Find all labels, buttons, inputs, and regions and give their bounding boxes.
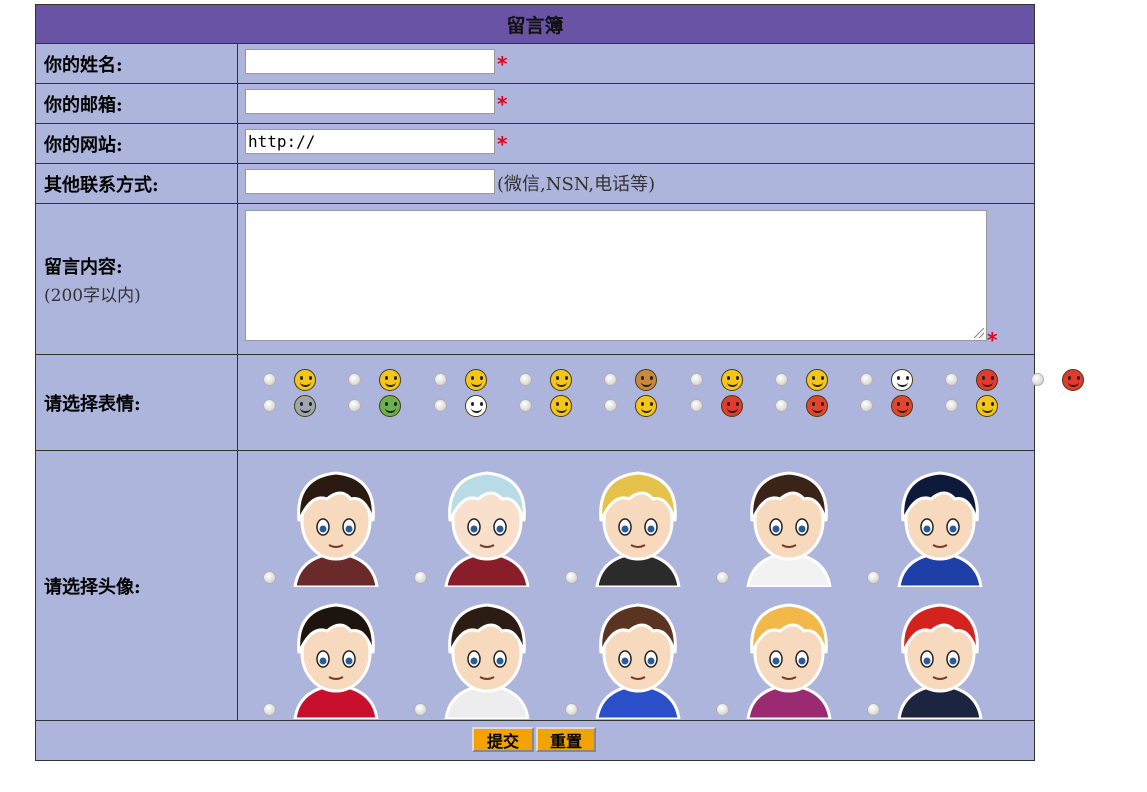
emoticon-radio[interactable] <box>348 373 362 386</box>
angel-icon[interactable] <box>805 369 828 391</box>
avatar-ponytail-girl-icon[interactable] <box>281 591 391 721</box>
goblin-icon[interactable] <box>976 369 999 391</box>
emoticon-row: 请选择表情: <box>36 355 1084 451</box>
form-title-text: 留言簿 <box>506 14 564 37</box>
content-hint: (200字以内) <box>44 285 141 306</box>
other-contact-hint: (微信,NSN,电话等) <box>497 174 656 195</box>
emoticon-radio[interactable] <box>689 399 703 412</box>
avatar-radio[interactable] <box>565 571 578 584</box>
zipper-mouth-icon[interactable] <box>976 395 999 417</box>
content-label-cell: 留言内容: (200字以内) <box>36 204 238 354</box>
ghost-icon[interactable] <box>464 395 487 417</box>
required-mark: * <box>987 328 998 352</box>
avatar-nun-girl-icon[interactable] <box>734 459 844 589</box>
guestbook-form: 留言簿 你的姓名: * 你的邮箱: * 你的网站: http:// * 其他联系… <box>35 4 1084 761</box>
smile-icon[interactable] <box>379 369 402 391</box>
name-label: 你的姓名: <box>36 44 238 83</box>
avatar-radio[interactable] <box>414 571 427 584</box>
required-mark: * <box>497 92 508 116</box>
other-contact-input[interactable] <box>245 169 495 194</box>
emoticon-radio[interactable] <box>263 399 276 412</box>
emoticon-radio[interactable] <box>348 399 362 412</box>
other-contact-row: 其他联系方式: (微信,NSN,电话等) <box>36 164 1034 204</box>
yum-icon[interactable] <box>549 395 572 417</box>
avatar-radio[interactable] <box>263 571 276 584</box>
avatar-radio[interactable] <box>867 571 880 584</box>
other-contact-label: 其他联系方式: <box>36 164 238 203</box>
avatar-picker <box>239 451 1034 721</box>
content-label: 留言内容: <box>44 256 123 278</box>
website-label: 你的网站: <box>36 124 238 163</box>
robot-icon[interactable] <box>294 395 316 417</box>
angry-icon[interactable] <box>805 395 828 417</box>
emoticon-radio[interactable] <box>433 373 447 386</box>
emoticon-radio[interactable] <box>860 373 874 386</box>
avatar-brown-hair-boy-icon[interactable] <box>583 591 693 721</box>
email-label: 你的邮箱: <box>36 84 238 123</box>
grin-icon[interactable] <box>294 369 316 391</box>
avatar-radio[interactable] <box>565 703 578 716</box>
emoticon-radio[interactable] <box>774 399 788 412</box>
email-input[interactable] <box>245 89 495 114</box>
emoticon-radio[interactable] <box>1030 373 1044 386</box>
website-row: 你的网站: http:// * <box>36 124 1034 164</box>
avatar-row: 请选择头像: <box>36 451 1034 721</box>
avatar-label: 请选择头像: <box>36 451 238 720</box>
emoticon-radio[interactable] <box>433 399 447 412</box>
emoticon-radio[interactable] <box>518 399 532 412</box>
avatar-headband-boy-icon[interactable] <box>281 459 391 589</box>
emoticon-radio[interactable] <box>774 373 788 386</box>
avatar-radio[interactable] <box>716 571 729 584</box>
avatar-radio[interactable] <box>414 703 427 716</box>
content-textarea[interactable] <box>245 210 987 341</box>
avatar-blonde-boy-icon[interactable] <box>583 459 693 589</box>
name-row: 你的姓名: * <box>36 44 1034 84</box>
emoticon-radio[interactable] <box>604 399 618 412</box>
nauseated-icon[interactable] <box>379 395 402 417</box>
emoticon-radio[interactable] <box>604 373 618 386</box>
emoticon-radio[interactable] <box>263 373 276 386</box>
emoticon-picker <box>239 355 1084 450</box>
required-mark: * <box>497 52 508 76</box>
cursing-icon[interactable] <box>720 395 743 417</box>
email-row: 你的邮箱: * <box>36 84 1034 124</box>
avatar-radio[interactable] <box>867 703 880 716</box>
sleepy-icon[interactable] <box>464 369 487 391</box>
content-row: 留言内容: (200字以内) * <box>36 204 1034 355</box>
emoticon-radio[interactable] <box>518 373 532 386</box>
button-row: 提交 重置 <box>36 721 1034 760</box>
resize-handle-icon[interactable] <box>974 328 984 338</box>
emoticon-label: 请选择表情: <box>36 355 238 450</box>
avatar-blonde-girl-icon[interactable] <box>734 591 844 721</box>
submit-button[interactable]: 提交 <box>472 727 534 752</box>
devil-icon[interactable] <box>891 395 914 417</box>
emoticon-radio[interactable] <box>860 399 874 412</box>
avatar-radio[interactable] <box>263 703 276 716</box>
cowboy-icon[interactable] <box>635 369 658 391</box>
emoticon-radio[interactable] <box>945 373 959 386</box>
website-input[interactable]: http:// <box>245 129 495 154</box>
emoticon-radio[interactable] <box>945 399 959 412</box>
emoticon-radio[interactable] <box>689 373 703 386</box>
avatar-silver-hair-girl-icon[interactable] <box>432 459 542 589</box>
avatar-red-hair-boy-icon[interactable] <box>885 591 995 721</box>
surprised-icon[interactable] <box>549 369 572 391</box>
thinking-icon[interactable] <box>635 395 658 417</box>
avatar-spiky-hair-boy-icon[interactable] <box>885 459 995 589</box>
name-input[interactable] <box>245 49 495 74</box>
squint-laugh-icon[interactable] <box>720 369 743 391</box>
required-mark: * <box>497 132 508 156</box>
form-title: 留言簿 <box>36 5 1034 44</box>
reset-button[interactable]: 重置 <box>536 727 596 752</box>
avatar-radio[interactable] <box>716 703 729 716</box>
clown-icon[interactable] <box>891 369 914 391</box>
ogre-icon[interactable] <box>1061 369 1084 391</box>
avatar-dark-hair-boy-icon[interactable] <box>432 591 542 721</box>
